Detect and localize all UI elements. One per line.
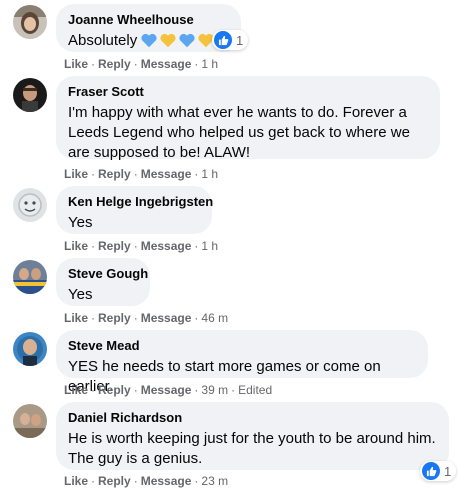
message-link[interactable]: Message: [141, 311, 192, 325]
reaction-count: 1: [236, 32, 244, 48]
reply-link[interactable]: Reply: [98, 474, 131, 488]
avatar[interactable]: [13, 188, 47, 222]
reply-link[interactable]: Reply: [98, 239, 131, 253]
commenter-name[interactable]: Fraser Scott: [68, 84, 428, 100]
comment-bubble: Daniel Richardson He is worth keeping ju…: [56, 402, 449, 470]
comment-actions: Like · Reply · Message · 1 h: [64, 239, 219, 253]
timestamp[interactable]: 1 h: [201, 167, 218, 181]
timestamp[interactable]: 1 h: [201, 57, 218, 71]
comment-actions: Like · Reply · Message · 23 m: [64, 474, 229, 488]
message-link[interactable]: Message: [141, 474, 192, 488]
comment-text: Yes: [68, 286, 93, 303]
avatar[interactable]: [13, 78, 47, 112]
like-link[interactable]: Like: [64, 57, 88, 71]
commenter-name[interactable]: Ken Helge Ingebrigsten: [68, 194, 213, 210]
like-link[interactable]: Like: [64, 474, 88, 488]
reply-link[interactable]: Reply: [98, 167, 131, 181]
comment-actions: Like · Reply · Message · 46 m: [64, 311, 229, 325]
comment-text: He is worth keeping just for the youth t…: [68, 430, 436, 467]
comment-text: I'm happy with what ever he wants to do.…: [68, 104, 410, 161]
comment-text-body: Absolutely: [68, 32, 138, 49]
comment-text: Absolutely: [68, 31, 229, 51]
avatar[interactable]: [13, 260, 47, 294]
message-link[interactable]: Message: [141, 57, 192, 71]
timestamp[interactable]: 23 m: [201, 474, 228, 488]
commenter-name[interactable]: Daniel Richardson: [68, 410, 437, 426]
reply-link[interactable]: Reply: [98, 383, 131, 397]
comment-bubble: Steve Gough Yes: [56, 258, 150, 306]
like-link[interactable]: Like: [64, 239, 88, 253]
reaction-summary[interactable]: 1: [420, 461, 457, 481]
comment-text: Yes: [68, 214, 93, 231]
edited-label[interactable]: Edited: [238, 383, 272, 397]
message-link[interactable]: Message: [141, 383, 192, 397]
like-link[interactable]: Like: [64, 383, 88, 397]
avatar[interactable]: [13, 332, 47, 366]
reply-link[interactable]: Reply: [98, 57, 131, 71]
commenter-name[interactable]: Joanne Wheelhouse: [68, 12, 229, 28]
yellow-heart-icon: [160, 33, 176, 48]
like-link[interactable]: Like: [64, 167, 88, 181]
commenter-name[interactable]: Steve Gough: [68, 266, 148, 282]
like-thumb-icon: [422, 462, 440, 480]
emoji-group: [140, 32, 216, 50]
message-link[interactable]: Message: [141, 167, 192, 181]
blue-heart-icon: [179, 33, 195, 48]
reply-link[interactable]: Reply: [98, 311, 131, 325]
like-thumb-icon: [214, 31, 232, 49]
comment-bubble: Ken Helge Ingebrigsten Yes: [56, 186, 213, 234]
timestamp[interactable]: 1 h: [201, 239, 218, 253]
blue-heart-icon: [141, 33, 157, 48]
reaction-count: 1: [444, 463, 452, 479]
message-link[interactable]: Message: [141, 239, 192, 253]
comment-actions: Like · Reply · Message · 39 m · Edited: [64, 383, 273, 397]
avatar[interactable]: [13, 5, 47, 39]
comment-actions: Like · Reply · Message · 1 h: [64, 57, 219, 71]
avatar[interactable]: [13, 404, 47, 438]
comment-bubble: Fraser Scott I'm happy with what ever he…: [56, 76, 440, 161]
comment-actions: Like · Reply · Message · 1 h: [64, 167, 219, 181]
like-link[interactable]: Like: [64, 311, 88, 325]
commenter-name[interactable]: Steve Mead: [68, 338, 416, 354]
comment-bubble: Steve Mead YES he needs to start more ga…: [56, 330, 428, 395]
timestamp[interactable]: 39 m: [201, 383, 228, 397]
timestamp[interactable]: 46 m: [201, 311, 228, 325]
reaction-summary[interactable]: 1: [212, 30, 249, 50]
